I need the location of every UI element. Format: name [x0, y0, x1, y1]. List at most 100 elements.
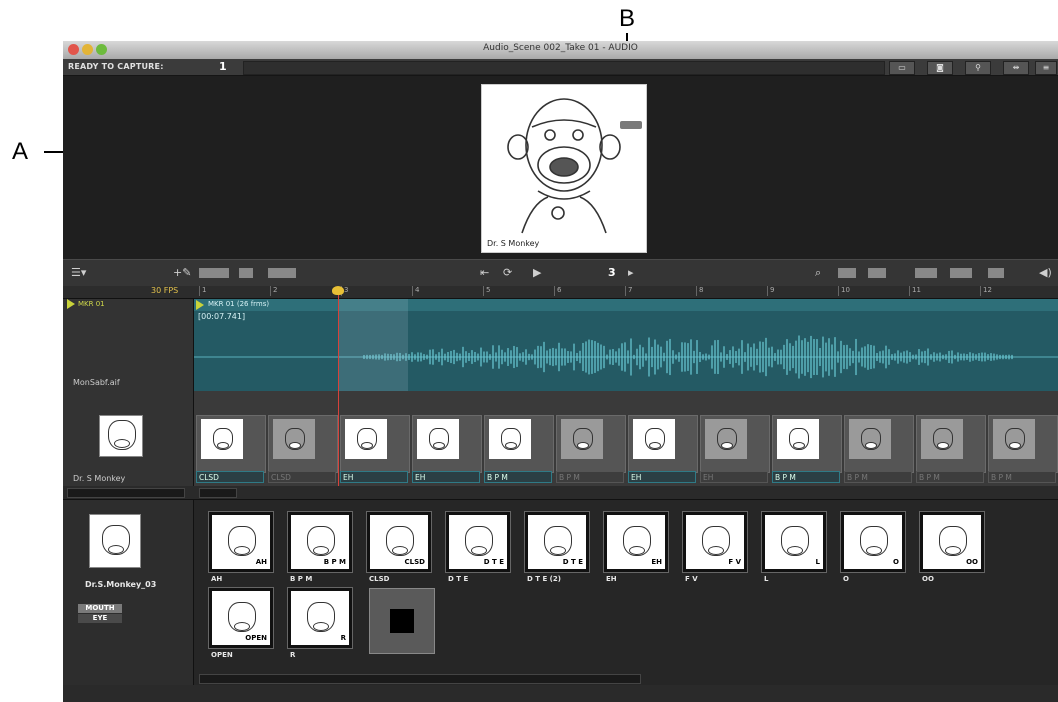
monkey-drawing [507, 98, 621, 234]
audio-track-header: MKR 01 MonSabf.aif [63, 299, 194, 391]
ruler-tick: 8 [696, 286, 703, 296]
mouth-shape-tag: D T E [562, 558, 583, 566]
eye-category-button[interactable]: EYE [78, 614, 122, 623]
ruler-tick: 6 [554, 286, 561, 296]
delete-icon[interactable] [988, 268, 1004, 278]
audio-file-name: MonSabf.aif [73, 378, 120, 387]
mouth-frame-label: B P M [988, 471, 1056, 483]
mouth-frame[interactable] [628, 415, 698, 473]
zoom-out-icon[interactable] [868, 268, 886, 278]
loop-icon[interactable]: ⟳ [503, 266, 512, 279]
mouth-shape-thumbnail[interactable]: AH [208, 511, 274, 573]
marker-flag-icon [67, 299, 75, 309]
mouth-frame[interactable] [988, 415, 1058, 473]
new-shape-slot[interactable] [369, 588, 435, 654]
mouth-frame-label: B P M [772, 471, 840, 483]
mouth-shape-thumbnail[interactable]: R [287, 587, 353, 649]
mouth-frame-image [273, 419, 315, 459]
compare-icon[interactable] [950, 268, 972, 278]
volume-icon[interactable]: ◀) [1039, 266, 1052, 279]
mouth-shape-thumbnail[interactable]: B P M [287, 511, 353, 573]
camera-indicator-icon[interactable] [620, 121, 642, 129]
mouth-frame[interactable] [916, 415, 986, 473]
mouth-frame[interactable] [700, 415, 770, 473]
mouth-shape-thumbnail[interactable]: L [761, 511, 827, 573]
ruler-tick: 11 [909, 286, 921, 296]
zoom-icon[interactable]: ⌕ [815, 266, 821, 280]
menu-icon[interactable]: ≡ [1035, 61, 1057, 75]
mouth-shape-name: F V [685, 575, 698, 583]
capture-bar: READY TO CAPTURE: 1 ▭ ◙ ⚲ ⇹ ≡ [63, 59, 1058, 76]
mouth-frames-lane[interactable]: CLSD CLSD EH EH B P M B P M EH EH B P M B P M B P … [194, 391, 1058, 486]
mouth-shape-tag: B P M [323, 558, 346, 566]
mouth-frame[interactable] [340, 415, 410, 473]
zoom-in-icon[interactable] [838, 268, 856, 278]
mouth-category-button[interactable]: MOUTH [78, 604, 122, 613]
mouth-frame-image [777, 419, 819, 459]
callout-b-label: B [619, 5, 636, 32]
marker-label: MKR 01 [78, 300, 105, 308]
capture-count: 1 [219, 60, 227, 73]
mouth-frame[interactable] [196, 415, 266, 473]
playhead-handle[interactable] [332, 286, 344, 295]
current-frame: Dr. S Monkey [481, 84, 647, 253]
mouth-shape-tag: AH [255, 558, 267, 566]
character-panel: Dr.S.Monkey_03 MOUTH EYE [63, 500, 194, 685]
mouth-frame[interactable] [412, 415, 482, 473]
replace-frame-icon[interactable] [239, 268, 253, 278]
mouth-frame[interactable] [484, 415, 554, 473]
mouth-shape-thumbnail[interactable]: EH [603, 511, 669, 573]
mouth-shape-name: OO [922, 575, 934, 583]
mouth-frame[interactable] [556, 415, 626, 473]
step-forward-icon[interactable]: ▸ [628, 266, 634, 279]
mouth-shape-tag: OPEN [245, 634, 267, 642]
view-mode-icon[interactable] [915, 268, 937, 278]
add-track-icon[interactable]: +✎ [173, 266, 191, 279]
app-window: Audio_Scene 002_Take 01 - AUDIO READY TO… [63, 41, 1058, 702]
character-thumbnail [89, 514, 141, 568]
mouth-shape-thumbnail[interactable]: OO [919, 511, 985, 573]
mouth-frame[interactable] [772, 415, 842, 473]
go-to-start-icon[interactable]: ⇤ [480, 266, 489, 279]
monitor-icon[interactable]: ▭ [889, 61, 915, 75]
mouth-frame-image [417, 419, 459, 459]
playhead[interactable] [338, 287, 339, 486]
ruler-tick: 1 [199, 286, 206, 296]
mouth-frame-image [633, 419, 675, 459]
mouth-frame-image [345, 419, 387, 459]
ruler-tick: 10 [838, 286, 850, 296]
mouth-frame[interactable] [268, 415, 338, 473]
timeline-scrollbar[interactable] [199, 488, 237, 498]
split-frames-icon[interactable] [268, 268, 296, 278]
mouth-shape-tag: O [893, 558, 899, 566]
mouth-frame-image [489, 419, 531, 459]
ruler-tick: 2 [270, 286, 277, 296]
insert-frames-icon[interactable] [199, 268, 229, 278]
ruler-tick: 7 [625, 286, 632, 296]
audio-waveform-lane[interactable]: MKR 01 (26 frms) [00:07.741] [194, 299, 1058, 391]
mouth-shape-thumbnail[interactable]: O [840, 511, 906, 573]
mouth-shape-thumbnail[interactable]: D T E [524, 511, 590, 573]
mouth-frame[interactable] [844, 415, 914, 473]
capture-status: READY TO CAPTURE: [68, 62, 164, 71]
mouth-shape-tag: OO [966, 558, 978, 566]
library-scrollbar[interactable] [199, 674, 641, 684]
track-menu-icon[interactable]: ☰▾ [71, 266, 86, 279]
mouth-shape-thumbnail[interactable]: D T E [445, 511, 511, 573]
mouth-shape-thumbnail[interactable]: CLSD [366, 511, 432, 573]
track-scrollbar[interactable] [67, 488, 185, 498]
mouth-track-header: Dr. S Monkey [63, 391, 194, 486]
mouth-shape-thumbnail[interactable]: OPEN [208, 587, 274, 649]
ruler-tick: 9 [767, 286, 774, 296]
character-name: Dr.S.Monkey_03 [85, 580, 157, 589]
window-title: Audio_Scene 002_Take 01 - AUDIO [483, 43, 638, 53]
play-icon[interactable]: ▶ [533, 266, 541, 279]
sync-icon[interactable]: ⇹ [1003, 61, 1029, 75]
camera-icon[interactable]: ◙ [927, 61, 953, 75]
mouth-frame-label: EH [412, 471, 480, 483]
mouth-shape-name: D T E (2) [527, 575, 561, 583]
onion-skin-icon[interactable]: ⚲ [965, 61, 991, 75]
mouth-shape-thumbnail[interactable]: F V [682, 511, 748, 573]
mouth-frame-image [993, 419, 1035, 459]
fps-selector[interactable]: 30 FPS [151, 286, 178, 295]
